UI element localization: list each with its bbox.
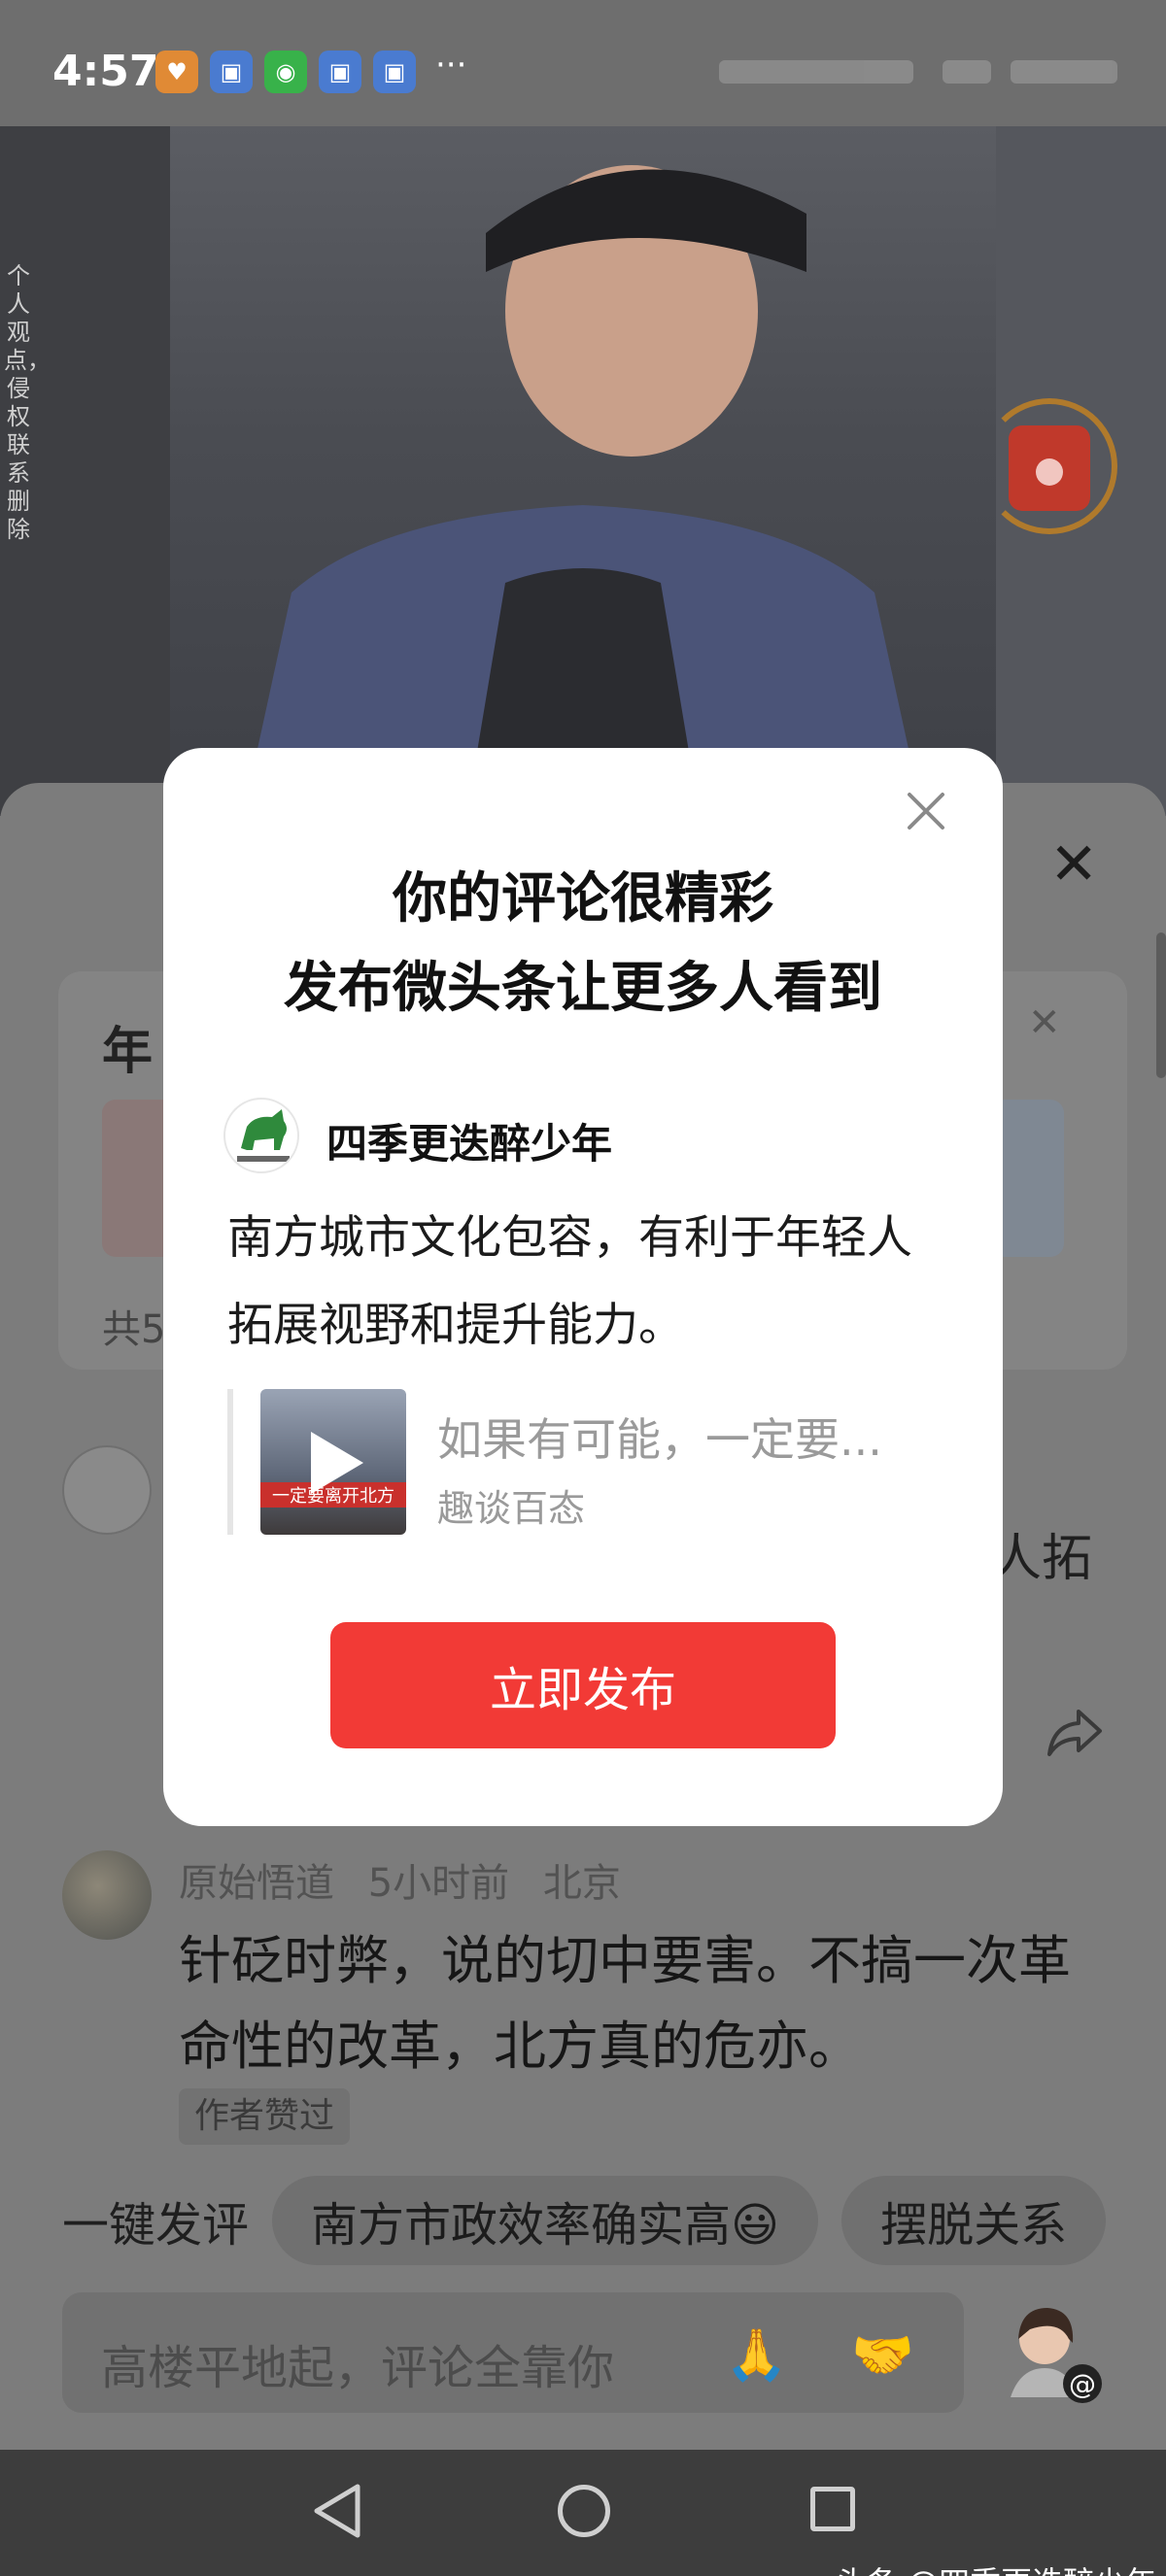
quick-reply-label: 一键发评 [62, 2198, 250, 2253]
publish-now-button[interactable]: 立即发布 [330, 1622, 836, 1748]
notification-icons: ♥ ▣ ◉ ▣ ▣ ··· [155, 46, 467, 93]
app-notification-icon: ▣ [210, 51, 253, 93]
comment-time: 5小时前 [367, 1861, 510, 1906]
comment-preview: 南方城市文化包容，有利于年轻人拓展视野和提升能力。 [227, 1211, 912, 1352]
close-card-icon[interactable]: ✕ [1028, 1000, 1061, 1045]
comment-text: 针砭时弊，说的切中要害。不搞一次革命性的改革，北方真的危亦。 [179, 1930, 1071, 2077]
avatar[interactable] [62, 1445, 152, 1535]
username: 四季更迭醉少年 [326, 1120, 613, 1168]
status-bar: 4:57 ♥ ▣ ◉ ▣ ▣ ··· [0, 0, 1166, 126]
red-packet-icon[interactable] [981, 398, 1117, 534]
referenced-video: 一定要离开北方 如果有可能，一定要... 趣谈百态 [227, 1389, 946, 1535]
more-notifications-icon: ··· [435, 46, 467, 85]
publish-dialog: 你的评论很精彩 发布微头条让更多人看到 四季更迭醉少年 南方城市文化包容，有利于… [163, 748, 1003, 1826]
author-liked-badge: 作者赞过 [179, 2088, 351, 2145]
referenced-video-source: 趣谈百态 [437, 1487, 586, 1530]
play-icon [311, 1432, 363, 1494]
close-dialog-icon[interactable] [902, 787, 950, 835]
svg-text:@: @ [1069, 2368, 1096, 2400]
quick-reply-row: 一键发评 南方市政效率确实高😃 摆脱关系 [62, 2176, 1166, 2265]
comment-input[interactable]: 高楼平地起，评论全靠你 🙏 🤝 [62, 2292, 964, 2413]
quick-reply-chip[interactable]: 摆脱关系 [841, 2176, 1107, 2265]
app-notification-icon: ▣ [319, 51, 361, 93]
mention-avatar-icon[interactable]: @ [1001, 2300, 1108, 2407]
summary-card-title: 年 [102, 1023, 154, 1081]
wechat-icon: ◉ [264, 51, 307, 93]
status-time: 4:57 [52, 47, 159, 96]
home-icon[interactable] [558, 2485, 610, 2537]
app-notification-icon: ▣ [373, 51, 416, 93]
dialog-title: 你的评论很精彩 [393, 867, 773, 931]
video-thumbnail: 一定要离开北方 [260, 1389, 406, 1535]
comment-location: 北京 [542, 1861, 621, 1906]
dialog-subtitle: 发布微头条让更多人看到 [284, 957, 882, 1020]
video-disclaimer: 个人观点，侵权联系删除 [4, 262, 51, 543]
quick-reply-chip[interactable]: 南方市政效率确实高😃 [272, 2176, 819, 2265]
user-avatar [223, 1098, 299, 1173]
scrollbar[interactable] [1156, 932, 1166, 1078]
recent-apps-icon[interactable] [810, 2487, 855, 2531]
comment-meta: 原始悟道 5小时前 北京 [179, 1851, 642, 1908]
summary-card-footer: 共5 [102, 1307, 166, 1352]
comment-author[interactable]: 原始悟道 [179, 1861, 334, 1906]
comment-text-partial: 人拓 [991, 1530, 1093, 1588]
video-player[interactable]: 个人观点，侵权联系删除 [0, 126, 1166, 816]
handshake-emoji-button[interactable]: 🤝 [851, 2325, 914, 2385]
status-indicators [719, 52, 1127, 91]
watermark: 头条 @四季更迭醉少年 [836, 2559, 1156, 2576]
referenced-video-title: 如果有可能，一定要... [437, 1413, 882, 1466]
avatar[interactable] [62, 1850, 152, 1940]
back-icon[interactable] [309, 2481, 363, 2541]
app-notification-icon: ♥ [155, 51, 198, 93]
pray-emoji-button[interactable]: 🙏 [725, 2325, 788, 2385]
share-icon[interactable] [1046, 1706, 1104, 1760]
comment-input-placeholder: 高楼平地起，评论全靠你 [101, 2341, 615, 2395]
close-panel-icon[interactable]: ✕ [1049, 835, 1098, 894]
system-navigation-bar [0, 2450, 1166, 2576]
